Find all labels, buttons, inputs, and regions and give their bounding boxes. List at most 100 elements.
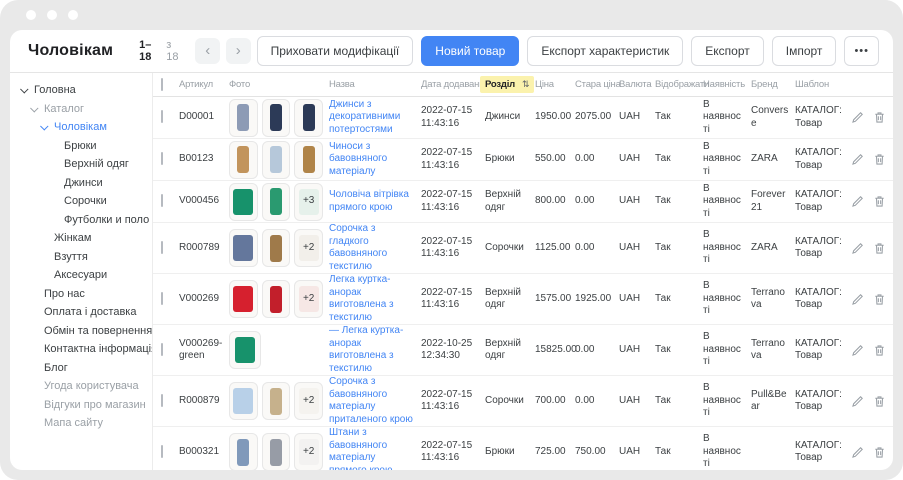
- product-photo[interactable]: [262, 433, 291, 470]
- delete-trash-icon[interactable]: [873, 111, 886, 124]
- sidebar-item-17[interactable]: Відгуки про магазин: [10, 396, 152, 415]
- row-checkbox[interactable]: [161, 110, 163, 123]
- column-header-price[interactable]: Ціна: [535, 79, 575, 90]
- sidebar-item-7[interactable]: Футболки и поло: [10, 211, 152, 230]
- delete-trash-icon[interactable]: [873, 395, 886, 408]
- edit-pencil-icon[interactable]: [851, 293, 864, 306]
- column-header-display[interactable]: Відображати: [655, 79, 703, 90]
- edit-pencil-icon[interactable]: [851, 242, 864, 255]
- product-name-link[interactable]: Чиноси з бавовняного матеріалу: [329, 141, 421, 179]
- delete-trash-icon[interactable]: [873, 153, 886, 166]
- sidebar-item-2[interactable]: Чоловікам: [10, 118, 152, 137]
- sidebar-item-12[interactable]: Оплата і доставка: [10, 303, 152, 322]
- delete-trash-icon[interactable]: [873, 446, 886, 459]
- pagination-next-button[interactable]: ›: [226, 38, 251, 64]
- product-photo[interactable]: [262, 382, 291, 420]
- sidebar-item-8[interactable]: Жінкам: [10, 229, 152, 248]
- product-photo[interactable]: [229, 99, 258, 137]
- more-actions-button[interactable]: •••: [844, 36, 879, 66]
- edit-pencil-icon[interactable]: [851, 153, 864, 166]
- delete-trash-icon[interactable]: [873, 242, 886, 255]
- import-button[interactable]: Імпорт: [772, 36, 837, 66]
- sidebar-item-13[interactable]: Обмін та повернення: [10, 322, 152, 341]
- sidebar-item-4[interactable]: Верхній одяг: [10, 155, 152, 174]
- column-header-name[interactable]: Назва: [329, 79, 421, 90]
- delete-trash-icon[interactable]: [873, 195, 886, 208]
- column-header-brand[interactable]: Бренд: [751, 79, 795, 90]
- sidebar-item-6[interactable]: Сорочки: [10, 192, 152, 211]
- product-photo[interactable]: [229, 433, 258, 470]
- column-header-availability[interactable]: Наявність: [703, 79, 751, 90]
- edit-pencil-icon[interactable]: [851, 195, 864, 208]
- sidebar-item-15[interactable]: Блог: [10, 359, 152, 378]
- edit-pencil-icon[interactable]: [851, 344, 864, 357]
- product-photo[interactable]: +2: [294, 280, 323, 318]
- product-photo[interactable]: +2: [294, 229, 323, 267]
- row-checkbox[interactable]: [161, 241, 163, 254]
- row-checkbox[interactable]: [161, 343, 163, 356]
- column-header-old-price[interactable]: Стара ціна: [575, 79, 619, 90]
- sidebar-item-label: Угода користувача: [44, 380, 139, 392]
- pagination-prev-button[interactable]: ‹: [195, 38, 220, 64]
- delete-trash-icon[interactable]: [873, 344, 886, 357]
- product-name-link[interactable]: Сорочка з гладкого бавовняного текстилю: [329, 223, 421, 273]
- edit-pencil-icon[interactable]: [851, 446, 864, 459]
- sidebar-item-1[interactable]: Каталог: [10, 100, 152, 119]
- column-header-sku[interactable]: Артикул: [179, 79, 229, 90]
- sidebar-item-10[interactable]: Аксесуари: [10, 266, 152, 285]
- sidebar-item-18[interactable]: Мапа сайту: [10, 414, 152, 433]
- product-name-link[interactable]: — Легка куртка-анорак виготовлена з текс…: [329, 325, 421, 375]
- sidebar-item-5[interactable]: Джинси: [10, 174, 152, 193]
- row-checkbox[interactable]: [161, 394, 163, 407]
- delete-trash-icon[interactable]: [873, 293, 886, 306]
- column-header-section[interactable]: Розділ ⇅: [485, 76, 535, 93]
- new-product-button[interactable]: Новий товар: [421, 36, 519, 66]
- product-photo[interactable]: [294, 99, 323, 137]
- row-checkbox[interactable]: [161, 152, 163, 165]
- sidebar-item-11[interactable]: Про нас: [10, 285, 152, 304]
- row-checkbox[interactable]: [161, 292, 163, 305]
- sidebar-item-label: Каталог: [44, 103, 84, 115]
- product-template: КАТАЛОГ: Товар: [795, 105, 851, 130]
- product-name-link[interactable]: Джинси з декоративними потертостями: [329, 99, 421, 137]
- sidebar-item-14[interactable]: Контактна інформація: [10, 340, 152, 359]
- export-button[interactable]: Експорт: [691, 36, 763, 66]
- product-photo[interactable]: [229, 280, 258, 318]
- product-name-link[interactable]: Легка куртка-анорак виготовлена з тексти…: [329, 274, 421, 324]
- sidebar-item-3[interactable]: Брюки: [10, 137, 152, 156]
- row-checkbox[interactable]: [161, 194, 163, 207]
- column-header-date[interactable]: Дата додавання: [421, 79, 485, 90]
- product-photo[interactable]: +3: [294, 183, 323, 221]
- product-photo[interactable]: [262, 141, 291, 179]
- edit-pencil-icon[interactable]: [851, 111, 864, 124]
- product-photo[interactable]: [262, 280, 291, 318]
- column-header-photo[interactable]: Фото: [229, 79, 329, 90]
- product-name-link[interactable]: Штани з бавовняного матеріалу прямого кр…: [329, 427, 421, 470]
- edit-pencil-icon[interactable]: [851, 395, 864, 408]
- product-photo[interactable]: [262, 99, 291, 137]
- column-header-template[interactable]: Шаблон: [795, 79, 851, 90]
- product-photo[interactable]: [229, 229, 258, 267]
- hide-modifications-button[interactable]: Приховати модифікації: [257, 36, 414, 66]
- product-photo[interactable]: [262, 183, 291, 221]
- product-name-link[interactable]: Чоловіча вітрівка прямого крою: [329, 189, 421, 214]
- product-photo[interactable]: [229, 141, 258, 179]
- product-photo[interactable]: [294, 141, 323, 179]
- column-header-currency[interactable]: Валюта: [619, 79, 655, 90]
- sidebar-item-16[interactable]: Угода користувача: [10, 377, 152, 396]
- product-photo[interactable]: [229, 183, 258, 221]
- sidebar-item-0[interactable]: Головна: [10, 81, 152, 100]
- product-availability: В наявності: [703, 99, 751, 137]
- export-attributes-button[interactable]: Експорт характеристик: [527, 36, 683, 66]
- product-name-link[interactable]: Сорочка з бавовняного матеріалу притален…: [329, 376, 421, 426]
- product-photo[interactable]: [229, 331, 261, 369]
- product-photo[interactable]: +2: [294, 433, 323, 470]
- sidebar-item-label: Джинси: [64, 177, 103, 189]
- sort-icon[interactable]: ⇅: [522, 80, 529, 90]
- row-checkbox[interactable]: [161, 445, 163, 458]
- product-photo[interactable]: +2: [294, 382, 323, 420]
- select-all-checkbox[interactable]: [161, 78, 163, 91]
- product-photo[interactable]: [229, 382, 258, 420]
- product-photo[interactable]: [262, 229, 291, 267]
- sidebar-item-9[interactable]: Взуття: [10, 248, 152, 267]
